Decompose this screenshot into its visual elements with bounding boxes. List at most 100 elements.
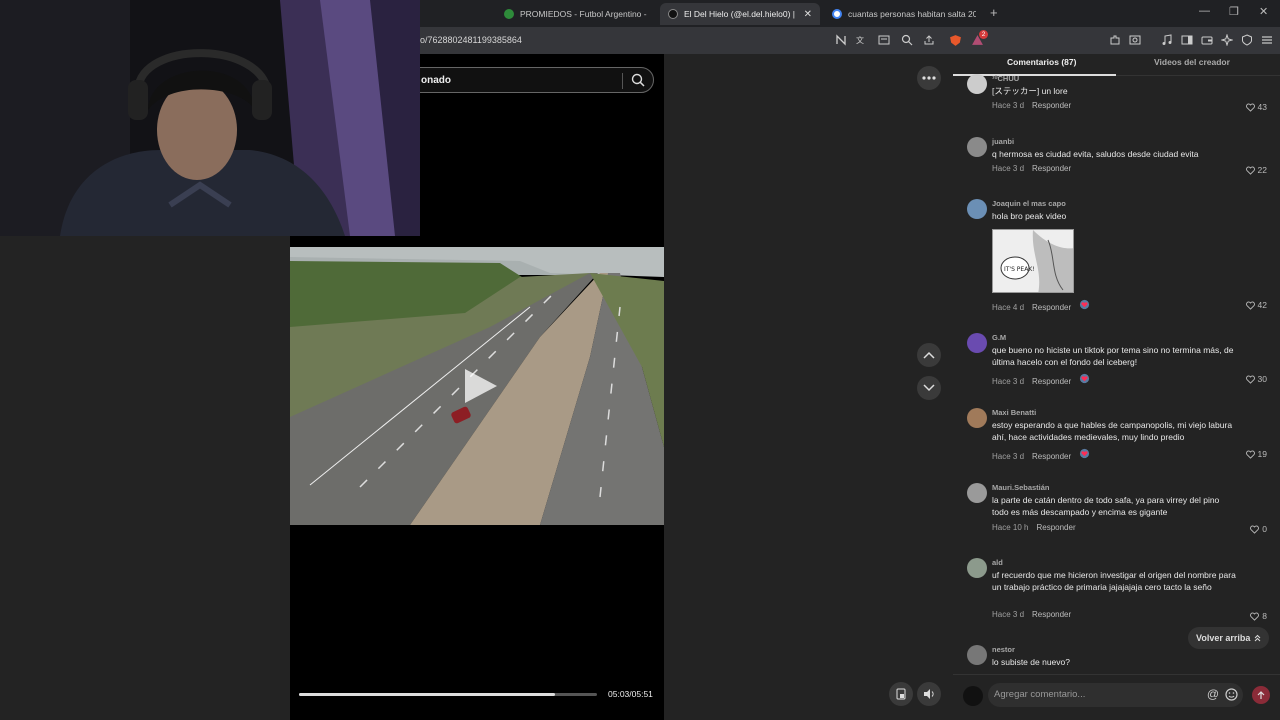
leo-ai-icon[interactable] <box>1220 33 1234 47</box>
like-button[interactable]: 42 <box>1245 300 1267 310</box>
heart-icon <box>1245 165 1255 175</box>
comment-item: ¹⁰CHUU [ステッカー] un lore Hace 3 d Responder… <box>967 74 1267 114</box>
comment-username[interactable]: Maxi Benatti <box>992 408 1036 417</box>
vpn-icon[interactable] <box>1240 33 1254 47</box>
comment-username[interactable]: Joaquin el mas capo <box>992 199 1066 208</box>
like-button[interactable]: 30 <box>1245 374 1267 384</box>
comment-username[interactable]: nestor <box>992 645 1015 654</box>
tracking-off-icon[interactable] <box>834 33 848 47</box>
tab-creator-videos[interactable]: Videos del creador <box>1154 57 1230 67</box>
heart-icon <box>1250 524 1260 534</box>
like-button[interactable]: 22 <box>1245 165 1267 175</box>
avatar[interactable] <box>967 483 987 503</box>
comment-text: q hermosa es ciudad evita, saludos desde… <box>992 149 1199 159</box>
previous-video-button[interactable] <box>917 343 941 367</box>
like-button[interactable]: 43 <box>1245 102 1267 112</box>
music-icon[interactable] <box>1160 33 1174 47</box>
volume-button[interactable] <box>917 682 941 706</box>
avatar[interactable] <box>967 199 987 219</box>
comment-meta: Hace 3 d Responder <box>992 448 1090 461</box>
play-icon[interactable] <box>463 367 499 405</box>
close-tab-icon[interactable]: ✕ <box>804 9 812 20</box>
restore-icon[interactable]: ❐ <box>1229 5 1239 18</box>
reply-button[interactable]: Responder <box>1032 101 1071 110</box>
video-frame[interactable] <box>290 247 664 525</box>
back-to-top-button[interactable]: Volver arriba <box>1188 627 1270 649</box>
comment-meta: Hace 10 h Responder <box>992 523 1084 532</box>
chevron-up-icon <box>923 351 935 359</box>
reply-button[interactable]: Responder <box>1032 377 1071 386</box>
wallet-icon[interactable] <box>1200 33 1214 47</box>
tab-google[interactable]: cuantas personas habitan salta 2026 <box>824 3 976 25</box>
zoom-icon[interactable] <box>900 33 914 47</box>
avatar[interactable] <box>967 74 987 94</box>
reply-button[interactable]: Responder <box>1032 610 1071 619</box>
double-chevron-up-icon <box>1255 634 1261 642</box>
tab-title: cuantas personas habitan salta 2026 <box>848 9 976 19</box>
reply-button[interactable]: Responder <box>1032 164 1071 173</box>
comment-username[interactable]: ¹⁰CHUU <box>992 74 1019 83</box>
reply-button[interactable]: Responder <box>1032 303 1071 312</box>
search-icon[interactable] <box>631 73 645 87</box>
avatar[interactable] <box>967 558 987 578</box>
comment-username[interactable]: G.M <box>992 333 1006 342</box>
panel-tabs: Comentarios (87) Videos del creador <box>953 54 1280 76</box>
tab-promiedos[interactable]: PROMIEDOS - Futbol Argentino - Fix <box>496 3 648 25</box>
tab-comments[interactable]: Comentarios (87) <box>1007 57 1076 67</box>
creator-liked-icon <box>1080 373 1090 384</box>
like-button[interactable]: 8 <box>1250 611 1267 621</box>
progress-bar[interactable] <box>299 693 597 696</box>
url-text[interactable]: o/7628802481199385864 <box>420 35 522 45</box>
extensions-icon[interactable] <box>1108 33 1122 47</box>
comment-time: Hace 3 d <box>992 610 1025 619</box>
reader-mode-icon[interactable] <box>877 33 891 47</box>
comment-text: estoy esperando a que hables de campanop… <box>992 420 1233 442</box>
comment-username[interactable]: Mauri.Sebastián <box>992 483 1050 492</box>
avatar[interactable] <box>967 408 987 428</box>
comment-username[interactable]: juanbi <box>992 137 1014 146</box>
screenshot-icon[interactable] <box>1128 33 1142 47</box>
sidebar-icon[interactable] <box>1180 33 1194 47</box>
comment-username[interactable]: ald <box>992 558 1003 567</box>
search-bar[interactable]: onado <box>390 67 654 93</box>
next-video-button[interactable] <box>917 376 941 400</box>
comment-sticker-image[interactable]: IT'S PEAK! <box>992 229 1074 293</box>
pip-button[interactable] <box>889 682 913 706</box>
share-icon[interactable] <box>922 33 936 47</box>
close-window-icon[interactable]: ✕ <box>1259 5 1268 18</box>
comment-item: Mauri.Sebastián la parte de catán dentro… <box>967 483 1267 535</box>
new-tab-icon[interactable]: + <box>990 5 998 20</box>
comment-text: lo subiste de nuevo? <box>992 657 1070 667</box>
brave-rewards-icon[interactable]: 2 <box>970 30 988 47</box>
comment-composer: Agregar comentario... @ <box>953 674 1280 720</box>
like-button[interactable]: 0 <box>1250 524 1267 534</box>
comments-panel: Comentarios (87) Videos del creador ¹⁰CH… <box>953 54 1280 720</box>
mention-icon[interactable]: @ <box>1207 687 1219 701</box>
comment-time: Hace 3 d <box>992 452 1025 461</box>
emoji-icon[interactable] <box>1225 688 1238 701</box>
minimize-icon[interactable]: — <box>1199 5 1210 17</box>
volume-icon <box>923 689 934 699</box>
comment-input[interactable]: Agregar comentario... @ <box>988 683 1243 707</box>
globe-favicon-icon <box>504 9 514 19</box>
avatar[interactable] <box>967 333 987 353</box>
search-input[interactable]: onado <box>421 75 451 86</box>
translate-icon[interactable]: 文 <box>855 33 869 47</box>
avatar[interactable] <box>967 137 987 157</box>
tab-tiktok[interactable]: El Del Hielo (@el.del.hielo0) | Tik ✕ <box>660 3 820 25</box>
comment-time: Hace 3 d <box>992 164 1025 173</box>
like-button[interactable]: 19 <box>1245 449 1267 459</box>
tab-title: PROMIEDOS - Futbol Argentino - Fix <box>520 9 648 19</box>
reply-button[interactable]: Responder <box>1036 523 1075 532</box>
reply-button[interactable]: Responder <box>1032 452 1071 461</box>
comment-item: juanbi q hermosa es ciudad evita, saludo… <box>967 137 1267 177</box>
avatar[interactable] <box>967 645 987 665</box>
comment-item: nestor lo subiste de nuevo? <box>967 645 1267 675</box>
send-button[interactable] <box>1252 686 1270 704</box>
heart-icon <box>1245 374 1255 384</box>
brave-shield-icon[interactable] <box>948 33 962 47</box>
progress-fill <box>299 693 556 696</box>
comment-item: G.M que bueno no hiciste un tiktok por t… <box>967 333 1267 386</box>
menu-icon[interactable] <box>1260 33 1274 47</box>
more-options-button[interactable] <box>917 66 941 90</box>
